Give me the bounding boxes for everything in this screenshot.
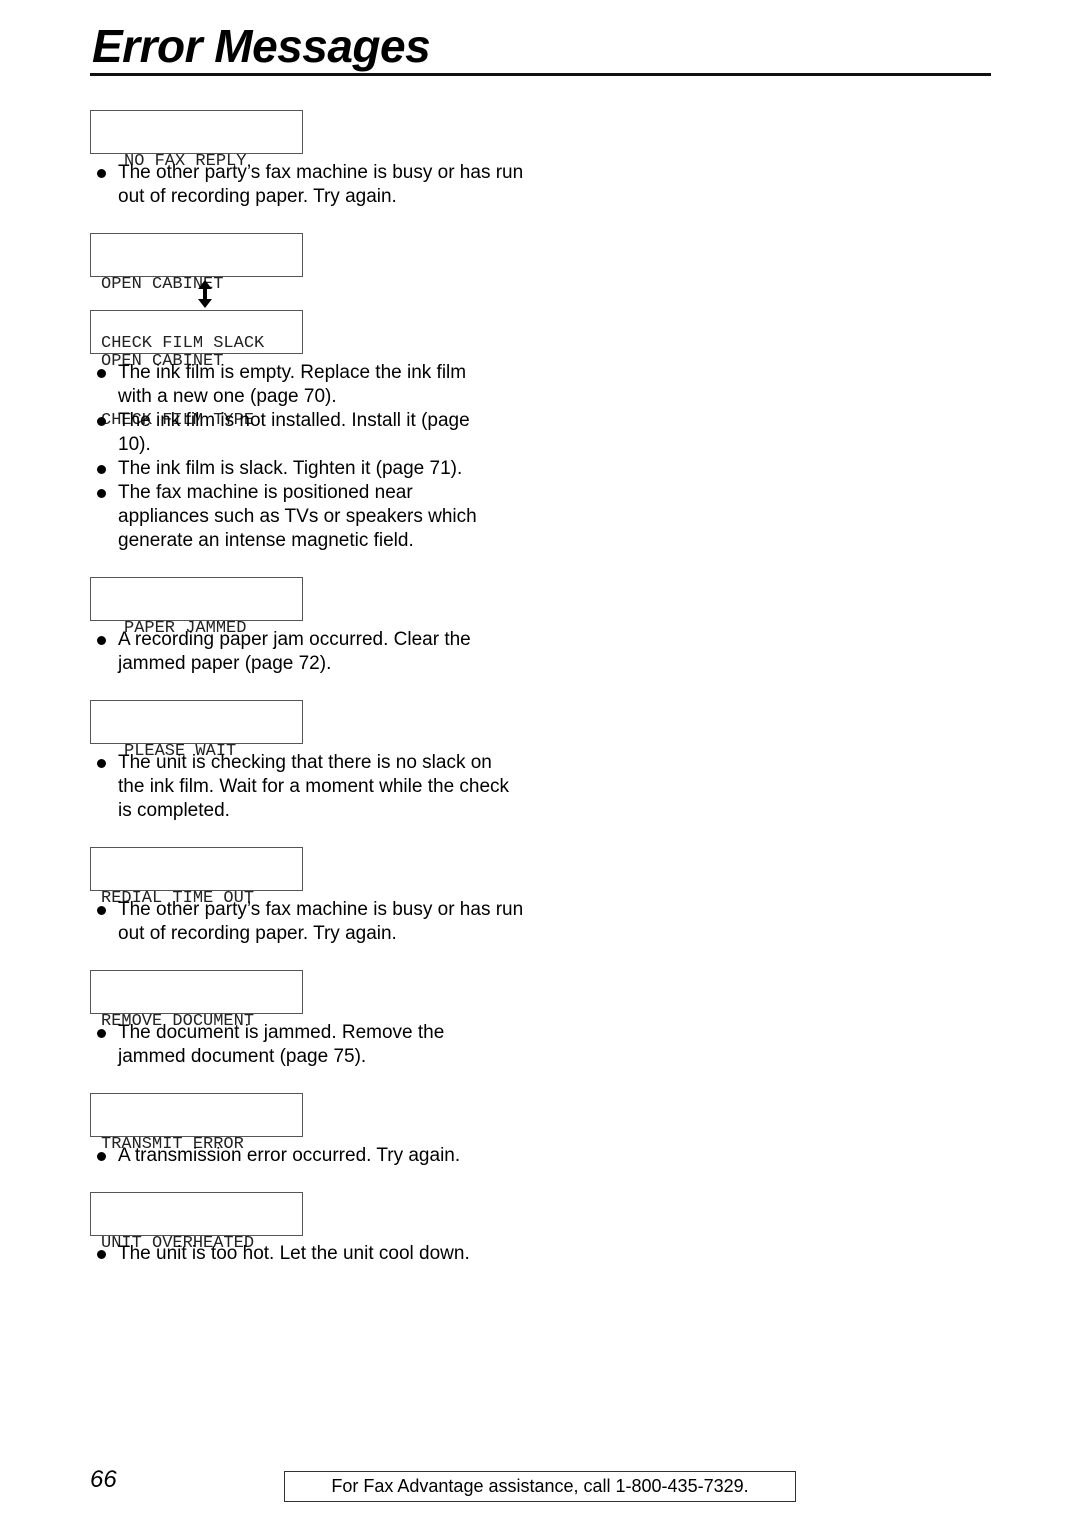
lcd-display-no-fax-reply: NO FAX REPLY [90, 110, 303, 171]
list-item: A recording paper jam occurred. Clear th… [97, 628, 497, 676]
bullet-list: The unit is too hot. Let the unit cool d… [97, 1242, 527, 1266]
list-item: The other party’s fax machine is busy or… [97, 898, 527, 946]
bullet-list: The document is jammed. Remove the jamme… [97, 1021, 477, 1069]
bullet-list: A transmission error occurred. Try again… [97, 1144, 527, 1168]
list-item-text: The ink film is slack. Tighten it (page … [118, 458, 463, 479]
up-down-arrow-icon [198, 280, 212, 308]
list-item: The unit is too hot. Let the unit cool d… [97, 1242, 527, 1266]
bullet-icon [97, 1250, 106, 1259]
bullet-list: The ink film is empty. Replace the ink f… [97, 361, 497, 553]
lcd-display-unit-overheated: UNIT OVERHEATED [90, 1192, 303, 1253]
lcd-display-check-film-type: OPEN CABINET CHECK FILM TYPE [90, 310, 303, 430]
bullet-icon [97, 906, 106, 915]
bullet-list: The other party’s fax machine is busy or… [97, 161, 527, 209]
bullet-list: A recording paper jam occurred. Clear th… [97, 628, 497, 676]
list-item-text: The document is jammed. Remove the jamme… [118, 1022, 445, 1067]
bullet-icon [97, 417, 106, 426]
list-item: The fax machine is positioned near appli… [97, 481, 497, 553]
list-item-text: A recording paper jam occurred. Clear th… [118, 629, 471, 674]
list-item-text: The other party’s fax machine is busy or… [118, 899, 524, 944]
bullet-icon [97, 465, 106, 474]
page-number: 66 [90, 1466, 117, 1493]
lcd-display-check-film-slack: OPEN CABINET CHECK FILM SLACK [90, 233, 303, 353]
list-item: The document is jammed. Remove the jamme… [97, 1021, 477, 1069]
bullet-icon [97, 169, 106, 178]
list-item: The unit is checking that there is no sl… [97, 751, 517, 823]
list-item: The other party’s fax machine is busy or… [97, 161, 527, 209]
bullet-icon [97, 759, 106, 768]
footer-assistance-box: For Fax Advantage assistance, call 1-800… [284, 1471, 796, 1502]
bullet-icon [97, 1152, 106, 1161]
lcd-display-remove-document: REMOVE DOCUMENT [90, 970, 303, 1031]
lcd-display-please-wait: PLEASE WAIT [90, 700, 303, 761]
lcd-display-paper-jammed: PAPER JAMMED [90, 577, 303, 638]
page-title: Error Messages [92, 20, 431, 72]
title-rule [90, 73, 991, 76]
bullet-icon [97, 369, 106, 378]
lcd-display-transmit-error: TRANSMIT ERROR [90, 1093, 303, 1154]
list-item-text: The ink film is empty. Replace the ink f… [118, 362, 467, 407]
list-item: The ink film is not installed. Install i… [97, 409, 497, 457]
list-item: The ink film is empty. Replace the ink f… [97, 361, 497, 409]
lcd-display-redial-time-out: REDIAL TIME OUT [90, 847, 303, 908]
list-item-text: The unit is too hot. Let the unit cool d… [118, 1243, 470, 1264]
list-item-text: The fax machine is positioned near appli… [118, 482, 477, 551]
list-item: The ink film is slack. Tighten it (page … [97, 457, 497, 481]
list-item-text: The unit is checking that there is no sl… [118, 752, 510, 821]
list-item-text: The other party’s fax machine is busy or… [118, 162, 524, 207]
list-item-text: The ink film is not installed. Install i… [118, 410, 470, 455]
bullet-icon [97, 489, 106, 498]
list-item-text: A transmission error occurred. Try again… [118, 1145, 461, 1166]
bullet-icon [97, 636, 106, 645]
bullet-icon [97, 1029, 106, 1038]
bullet-list: The unit is checking that there is no sl… [97, 751, 517, 823]
list-item: A transmission error occurred. Try again… [97, 1144, 527, 1168]
bullet-list: The other party’s fax machine is busy or… [97, 898, 527, 946]
